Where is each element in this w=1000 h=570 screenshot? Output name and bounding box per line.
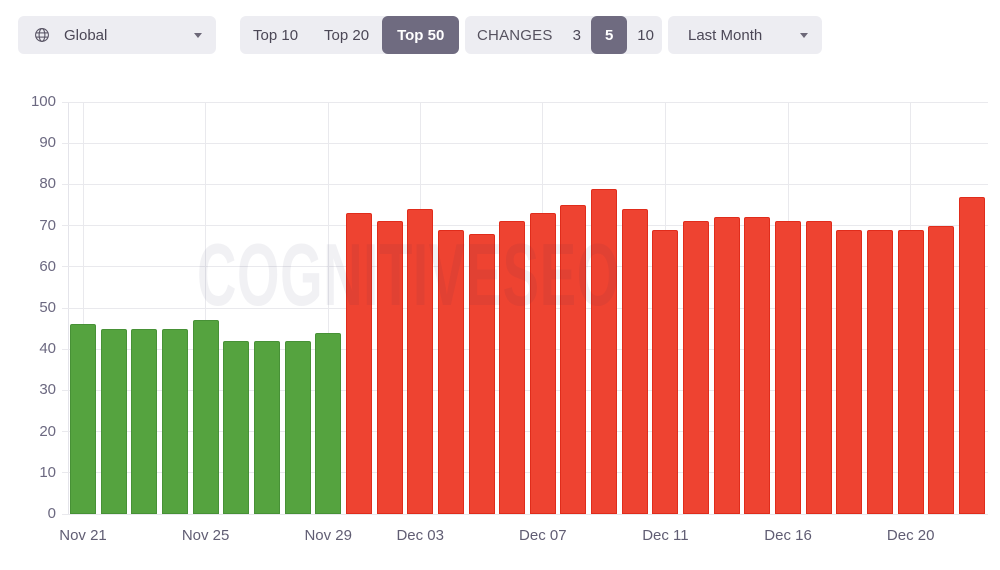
- x-axis-label: Dec 07: [498, 528, 588, 544]
- bar-down[interactable]: [622, 209, 648, 514]
- filter-toolbar: Global Top 10Top 20Top 50 CHANGES 3510 L…: [0, 0, 1000, 70]
- bar-down[interactable]: [898, 230, 924, 514]
- bar-down[interactable]: [775, 221, 801, 514]
- bar-up[interactable]: [131, 329, 157, 514]
- bar-down[interactable]: [652, 230, 678, 514]
- region-dropdown-label: Global: [64, 27, 107, 44]
- bar-down[interactable]: [438, 230, 464, 514]
- bar-down[interactable]: [377, 221, 403, 514]
- bar-up[interactable]: [285, 341, 311, 514]
- bar-down[interactable]: [836, 230, 862, 514]
- bar-down[interactable]: [346, 213, 372, 514]
- y-axis-label: 60: [12, 259, 56, 275]
- bar-chart: 0 10 20 30 40 50 60 70 80 90 100 Nov 21 Nov 25 Nov 2…: [0, 70, 1000, 570]
- x-axis-label: Nov 21: [38, 528, 128, 544]
- bar-up[interactable]: [315, 333, 341, 514]
- y-axis-label: 40: [12, 341, 56, 357]
- bar-up[interactable]: [223, 341, 249, 514]
- bar-up[interactable]: [193, 320, 219, 514]
- bar-down[interactable]: [591, 189, 617, 514]
- bar-down[interactable]: [530, 213, 556, 514]
- globe-icon: [34, 27, 50, 43]
- gridline-horizontal: [62, 143, 988, 144]
- y-axis-label: 10: [12, 465, 56, 481]
- bar-up[interactable]: [254, 341, 280, 514]
- bar-down[interactable]: [744, 217, 770, 514]
- y-axis-label: 70: [12, 218, 56, 234]
- x-axis-label: Dec 20: [866, 528, 956, 544]
- bar-down[interactable]: [806, 221, 832, 514]
- y-axis-label: 20: [12, 424, 56, 440]
- y-axis-label: 90: [12, 135, 56, 151]
- gridline-horizontal: [62, 184, 988, 185]
- y-axis-label: 80: [12, 176, 56, 192]
- changes-segmented-control: CHANGES 3510: [465, 16, 662, 54]
- bar-down[interactable]: [469, 234, 495, 514]
- x-axis-label: Dec 11: [620, 528, 710, 544]
- bar-down[interactable]: [928, 226, 954, 514]
- bar-up[interactable]: [70, 324, 96, 514]
- changes-label: CHANGES: [477, 27, 553, 44]
- bar-down[interactable]: [499, 221, 525, 514]
- chevron-down-icon: [800, 33, 808, 38]
- bar-down[interactable]: [407, 209, 433, 514]
- top-filter-option-top-20[interactable]: Top 20: [311, 16, 382, 54]
- plot-area: [68, 102, 988, 514]
- changes-option-10[interactable]: 10: [627, 16, 664, 54]
- bar-down[interactable]: [560, 205, 586, 514]
- changes-option-3[interactable]: 3: [563, 16, 591, 54]
- bar-down[interactable]: [714, 217, 740, 514]
- region-dropdown[interactable]: Global: [18, 16, 216, 54]
- x-axis-label: Nov 25: [161, 528, 251, 544]
- bar-up[interactable]: [101, 329, 127, 514]
- bar-down[interactable]: [867, 230, 893, 514]
- x-axis-label: Dec 16: [743, 528, 833, 544]
- chevron-down-icon: [194, 33, 202, 38]
- top-filter-option-top-10[interactable]: Top 10: [240, 16, 311, 54]
- top-filter-segmented-control: Top 10Top 20Top 50: [240, 16, 447, 54]
- top-filter-option-top-50[interactable]: Top 50: [382, 16, 459, 54]
- gridline-horizontal: [62, 102, 988, 103]
- period-dropdown[interactable]: Last Month: [668, 16, 822, 54]
- y-axis-label: 30: [12, 382, 56, 398]
- y-axis-label: 100: [12, 94, 56, 110]
- y-axis-label: 50: [12, 300, 56, 316]
- x-axis-label: Nov 29: [283, 528, 373, 544]
- bar-down[interactable]: [683, 221, 709, 514]
- changes-option-5[interactable]: 5: [591, 16, 627, 54]
- bar-up[interactable]: [162, 329, 188, 514]
- period-dropdown-label: Last Month: [688, 27, 762, 44]
- x-axis-label: Dec 03: [375, 528, 465, 544]
- y-axis-label: 0: [12, 506, 56, 522]
- bar-down[interactable]: [959, 197, 985, 514]
